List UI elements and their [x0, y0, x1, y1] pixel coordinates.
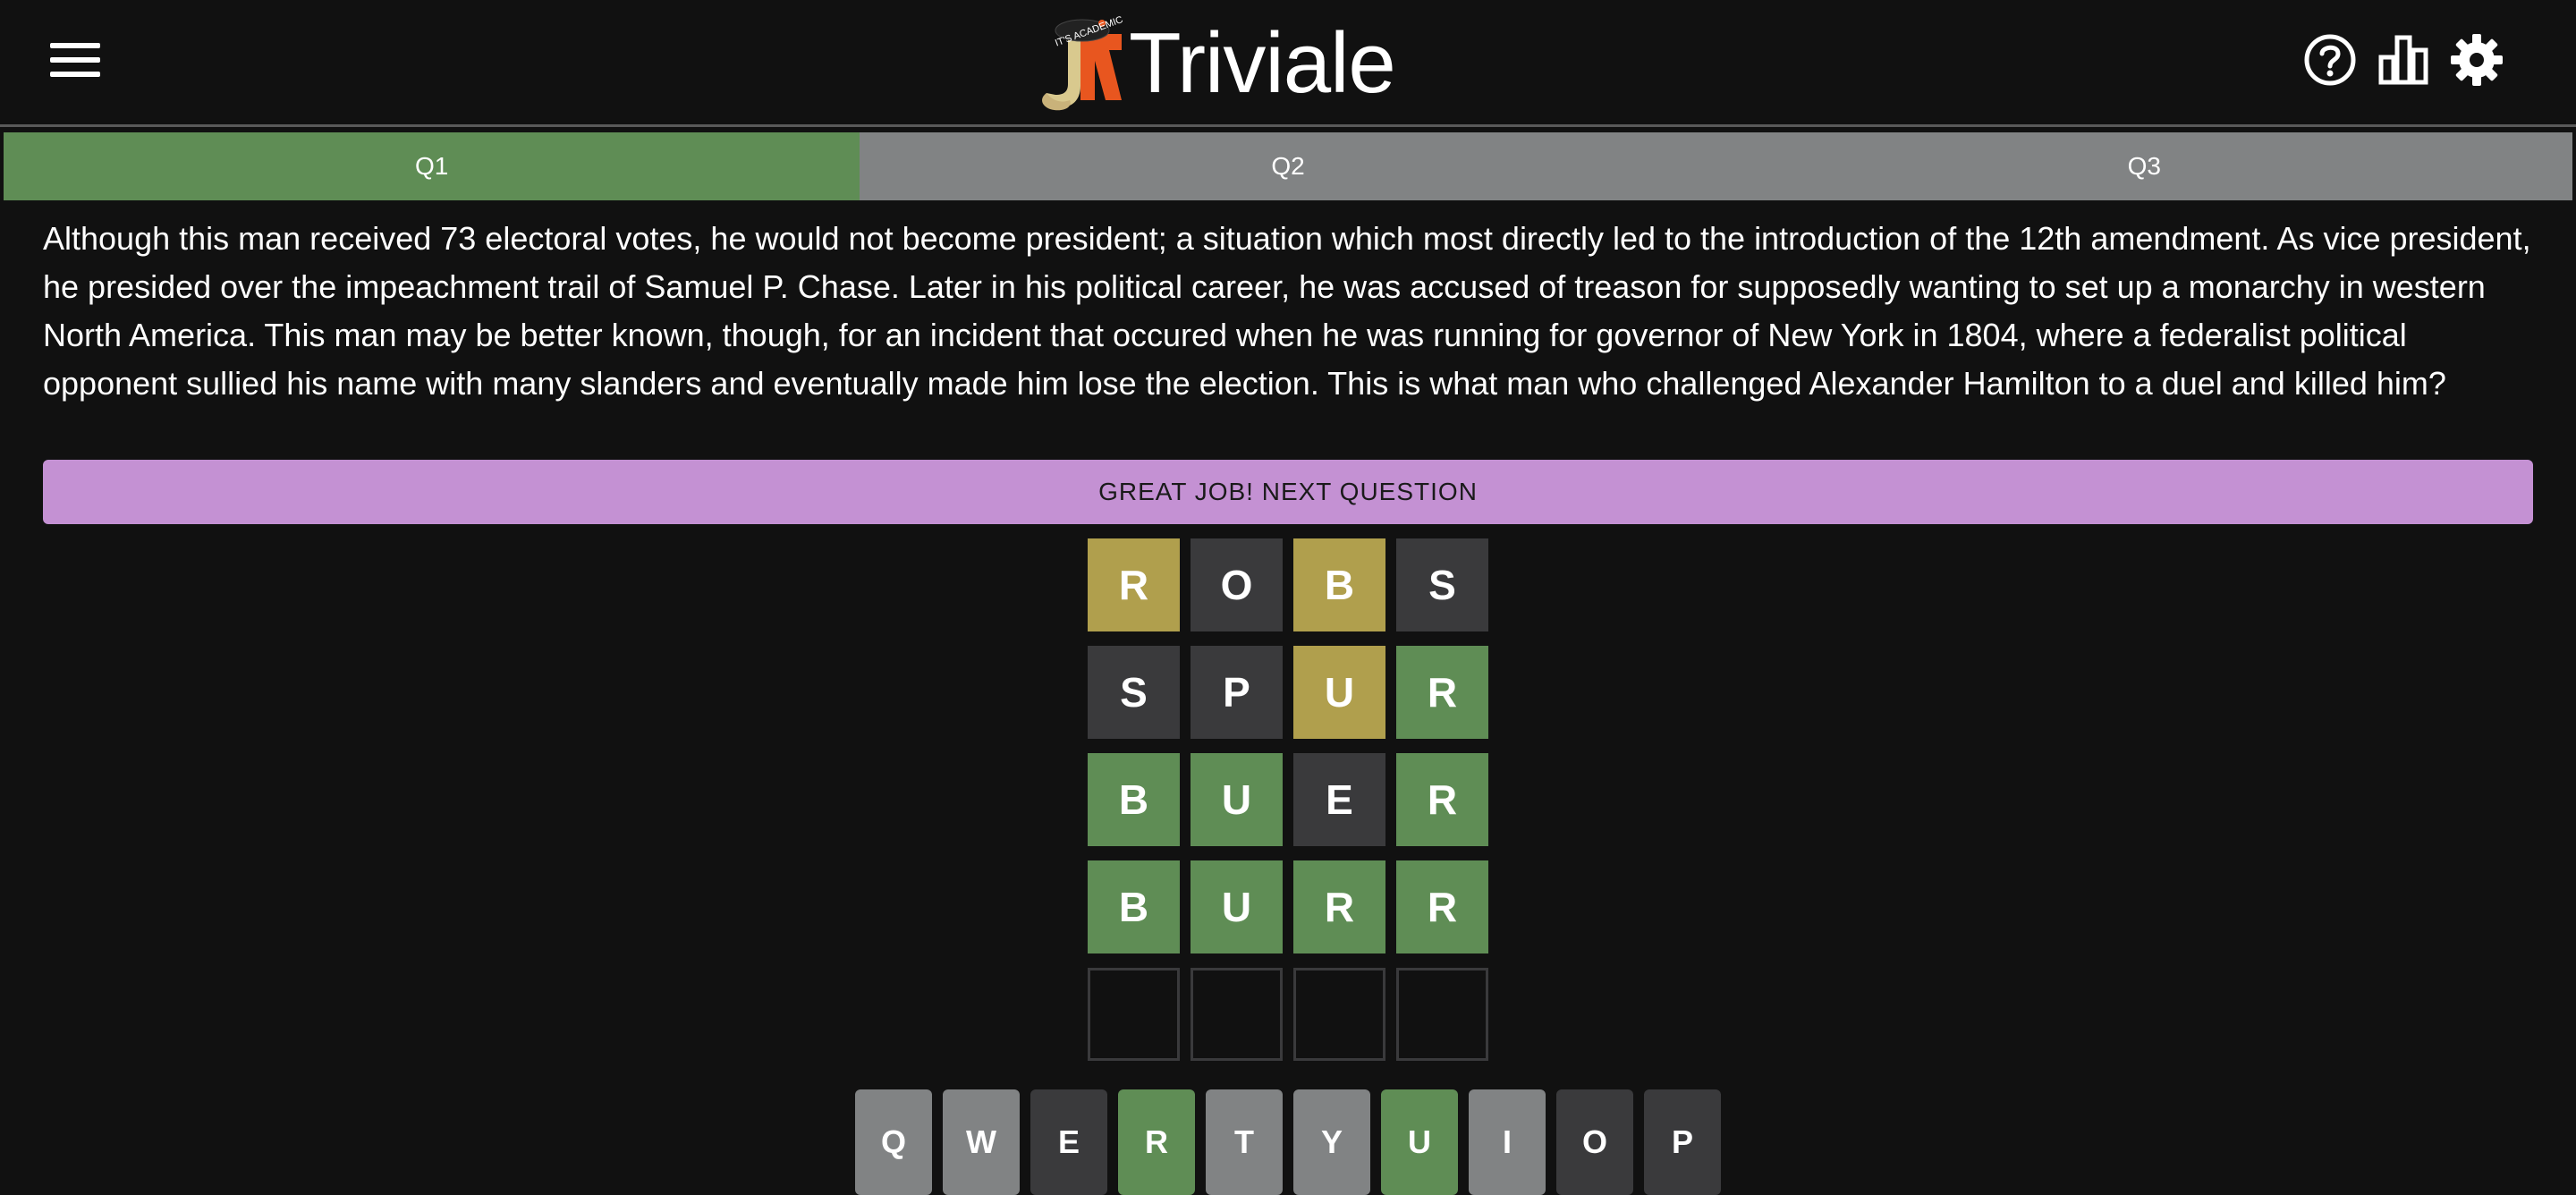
letter-tile	[1293, 968, 1385, 1061]
letter-tile: E	[1293, 753, 1385, 846]
brand: IT'S ACADEMIC Triviale	[1034, 9, 1396, 118]
guess-row: S P U R	[1088, 646, 1488, 739]
guess-row: B U R R	[1088, 860, 1488, 953]
letter-tile: R	[1396, 646, 1488, 739]
letter-tile: R	[1293, 860, 1385, 953]
letter-tile	[1088, 968, 1180, 1061]
letter-tile: B	[1088, 753, 1180, 846]
tab-q3[interactable]: Q3	[1716, 132, 2572, 200]
letter-tile: R	[1088, 538, 1180, 631]
menu-icon[interactable]	[50, 39, 102, 81]
letter-tile: B	[1088, 860, 1180, 953]
on-screen-keyboard: Q W E R T Y U I O P	[855, 1089, 1721, 1195]
app-title: Triviale	[1129, 15, 1396, 111]
key-p[interactable]: P	[1644, 1089, 1721, 1195]
guess-board: R O B S S P U R B U E R B U R R	[1088, 538, 1488, 1075]
question-tabs: Q1 Q2 Q3	[4, 132, 2572, 200]
letter-tile: O	[1191, 538, 1283, 631]
letter-tile	[1396, 968, 1488, 1061]
letter-tile: R	[1396, 753, 1488, 846]
letter-tile: U	[1293, 646, 1385, 739]
key-r[interactable]: R	[1118, 1089, 1195, 1195]
letter-tile: U	[1191, 753, 1283, 846]
letter-tile: S	[1088, 646, 1180, 739]
stats-icon[interactable]	[2376, 32, 2431, 88]
key-u[interactable]: U	[1381, 1089, 1458, 1195]
letter-tile: U	[1191, 860, 1283, 953]
key-e[interactable]: E	[1030, 1089, 1107, 1195]
letter-tile: P	[1191, 646, 1283, 739]
key-o[interactable]: O	[1556, 1089, 1633, 1195]
guess-row	[1088, 968, 1488, 1061]
letter-tile	[1191, 968, 1283, 1061]
key-w[interactable]: W	[943, 1089, 1020, 1195]
letter-tile: R	[1396, 860, 1488, 953]
tab-q2[interactable]: Q2	[860, 132, 1716, 200]
key-t[interactable]: T	[1206, 1089, 1283, 1195]
header-actions	[2302, 32, 2504, 88]
its-academic-logo: IT'S ACADEMIC	[1042, 14, 1124, 111]
header: IT'S ACADEMIC Triviale	[0, 0, 2576, 127]
key-q[interactable]: Q	[855, 1089, 932, 1195]
settings-icon[interactable]	[2449, 32, 2504, 88]
key-y[interactable]: Y	[1293, 1089, 1370, 1195]
question-text: Although this man received 73 electoral …	[43, 220, 2531, 402]
help-icon[interactable]	[2302, 32, 2358, 88]
key-i[interactable]: I	[1469, 1089, 1546, 1195]
next-question-button[interactable]: GREAT JOB! NEXT QUESTION	[43, 460, 2533, 524]
guess-row: R O B S	[1088, 538, 1488, 631]
tab-q1[interactable]: Q1	[4, 132, 860, 200]
letter-tile: S	[1396, 538, 1488, 631]
letter-tile: B	[1293, 538, 1385, 631]
guess-row: B U E R	[1088, 753, 1488, 846]
